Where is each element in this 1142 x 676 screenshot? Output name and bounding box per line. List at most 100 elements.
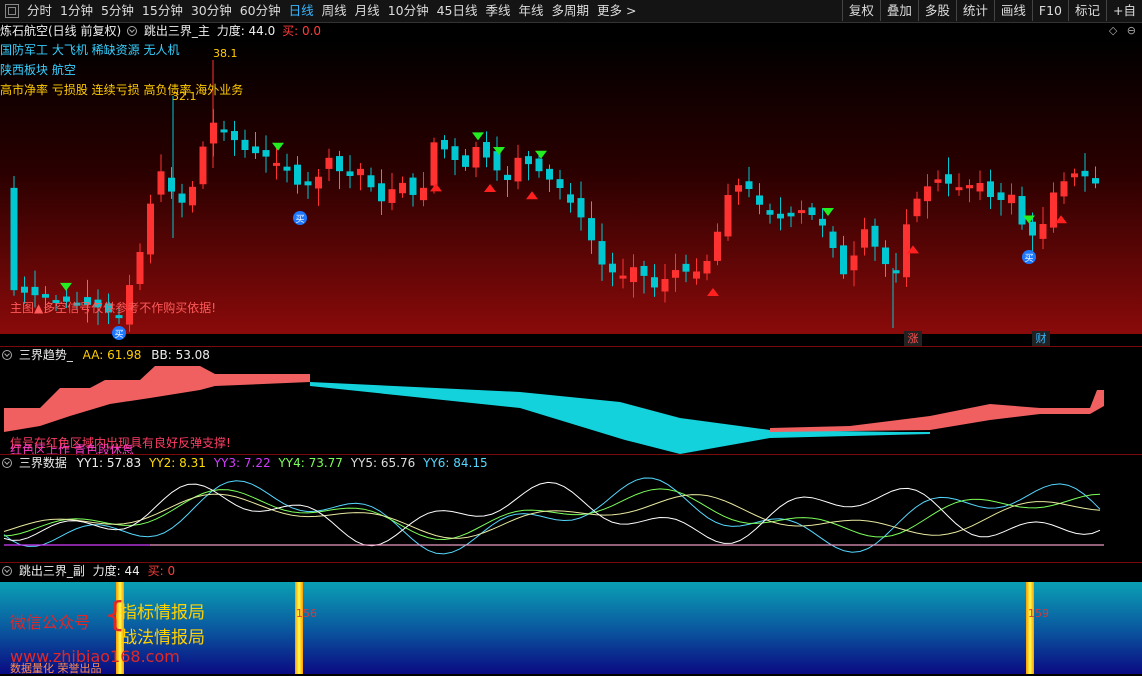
candle-body xyxy=(525,156,532,165)
candle-body xyxy=(966,185,973,189)
candle-body xyxy=(1039,224,1047,239)
indicator-menu-icon[interactable] xyxy=(127,26,138,36)
sub-menu-icon[interactable] xyxy=(2,566,12,576)
candle-body xyxy=(189,186,196,206)
toolbar-button-1[interactable]: 叠加 xyxy=(879,0,918,21)
trend-panel-header: 三界趋势_ AA: 61.98 BB: 53.08 xyxy=(0,347,210,363)
candle-body xyxy=(409,177,417,195)
candle-body xyxy=(913,198,921,217)
period-tab-9[interactable]: 10分钟 xyxy=(384,0,433,22)
data-menu-icon[interactable] xyxy=(2,458,12,468)
period-tab-11[interactable]: 季线 xyxy=(482,0,515,22)
candle-body xyxy=(693,271,700,279)
candle-body xyxy=(892,270,900,274)
sub-force: 力度: 44 xyxy=(92,564,140,578)
candle-body xyxy=(724,195,732,237)
period-tab-2[interactable]: 5分钟 xyxy=(97,0,138,22)
diamond-icon[interactable]: ◇ xyxy=(1109,24,1117,37)
candle-body xyxy=(661,279,669,292)
candle-body xyxy=(357,168,364,176)
period-tab-5[interactable]: 60分钟 xyxy=(236,0,285,22)
toolbar-button-7[interactable]: +自 xyxy=(1106,0,1142,21)
period-toolbar: 分时 1分钟 5分钟 15分钟 30分钟 60分钟 日线 周线 月线 10分钟 45日线 季线 年线 多周… xyxy=(0,0,1142,23)
candle-body xyxy=(787,212,795,217)
candle-body xyxy=(556,179,564,188)
candle-body xyxy=(504,174,511,180)
candle-body xyxy=(10,187,18,291)
sub-title[interactable]: 跳出三界_副 xyxy=(19,564,85,578)
period-tab-8[interactable]: 月线 xyxy=(351,0,384,22)
period-tab-14[interactable]: 更多 > xyxy=(593,0,640,22)
settings-circle-icon[interactable]: ⊖ xyxy=(1127,24,1136,37)
sub-bar-label-1: 156 xyxy=(296,607,317,620)
sub-buy: 买: 0 xyxy=(147,564,176,578)
candle-body xyxy=(325,157,333,169)
period-tab-12[interactable]: 年线 xyxy=(515,0,548,22)
concept-line-1: 国防军工 大飞机 稀缺资源 无人机 xyxy=(0,43,180,57)
trend-menu-icon[interactable] xyxy=(2,350,12,360)
candle-body xyxy=(945,174,952,184)
period-tab-4[interactable]: 30分钟 xyxy=(187,0,236,22)
candle-body xyxy=(1071,173,1078,178)
candle-body xyxy=(766,210,774,215)
yy2-value: YY2: 8.31 xyxy=(149,456,206,470)
candle-body xyxy=(703,261,711,274)
candle-body xyxy=(483,142,490,158)
toolbar-button-2[interactable]: 多股 xyxy=(917,0,956,21)
toolbar-button-5[interactable]: F10 xyxy=(1031,0,1068,21)
period-tab-13[interactable]: 多周期 xyxy=(548,0,594,22)
candle-body xyxy=(399,182,406,194)
oscillator-chart[interactable] xyxy=(0,470,1142,562)
candle-body xyxy=(472,147,480,168)
candle-body xyxy=(882,247,889,265)
main-indicator-name[interactable]: 跳出三界_主 xyxy=(144,24,210,38)
toolbar-button-6[interactable]: 标记 xyxy=(1068,0,1106,21)
candle-body xyxy=(714,231,721,261)
candle-body xyxy=(955,187,963,191)
toolbar-button-4[interactable]: 画线 xyxy=(993,0,1032,21)
data-title[interactable]: 三界数据 xyxy=(19,456,67,470)
toolbar-button-3[interactable]: 统计 xyxy=(955,0,994,21)
main-buy-label: 买: 0.0 xyxy=(282,24,322,38)
layout-grid-icon[interactable] xyxy=(5,4,19,18)
candle-body xyxy=(987,181,994,197)
period-tab-1[interactable]: 1分钟 xyxy=(56,0,97,22)
buy-marker-label: 买 xyxy=(114,329,123,340)
period-tab-7[interactable]: 周线 xyxy=(318,0,351,22)
candle-body xyxy=(147,203,154,255)
stock-title: 炼石航空(日线 前复权) xyxy=(0,24,122,38)
trend-title[interactable]: 三界趋势_ xyxy=(19,348,73,362)
data-panel-header: 三界数据 YY1: 57.83 YY2: 8.31 YY3: 7.22 YY4:… xyxy=(0,455,488,471)
candle-body xyxy=(1060,181,1068,197)
candle-body xyxy=(462,155,469,167)
candle-body xyxy=(294,164,301,185)
candle-body xyxy=(609,263,616,273)
candle-body xyxy=(682,263,690,272)
candle-body xyxy=(21,286,28,293)
main-panel-controls: ◇ ⊖ xyxy=(1109,24,1136,37)
rise-badge[interactable]: 涨 xyxy=(904,331,922,346)
concept-tags: 国防军工 大飞机 稀缺资源 无人机 陕西板块 航空 高市净率 亏损股 连续亏损 … xyxy=(0,40,243,100)
main-force-label: 力度: 44.0 xyxy=(216,24,276,38)
yy5-value: YY5: 65.76 xyxy=(350,456,416,470)
finance-badge[interactable]: 财 xyxy=(1032,331,1050,346)
candle-body xyxy=(304,181,312,186)
candle-body xyxy=(619,275,627,279)
candle-body xyxy=(31,286,39,296)
candle-body xyxy=(420,187,427,201)
candle-body xyxy=(1081,170,1089,177)
candle-body xyxy=(378,183,385,202)
yy1-value: YY1: 57.83 xyxy=(76,456,142,470)
candle-body xyxy=(367,175,375,188)
period-tab-0[interactable]: 分时 xyxy=(23,0,56,22)
period-tab-10[interactable]: 45日线 xyxy=(433,0,482,22)
candle-body xyxy=(283,166,291,171)
toolbar-button-0[interactable]: 复权 xyxy=(841,0,880,21)
concept-line-2: 陕西板块 航空 xyxy=(0,63,76,77)
period-tab-6[interactable]: 日线 xyxy=(285,0,318,22)
period-tab-3[interactable]: 15分钟 xyxy=(138,0,187,22)
candle-body xyxy=(976,183,984,192)
trend-aa-value: AA: 61.98 xyxy=(82,348,142,362)
candle-body xyxy=(735,185,742,192)
candle-body xyxy=(1029,221,1036,236)
